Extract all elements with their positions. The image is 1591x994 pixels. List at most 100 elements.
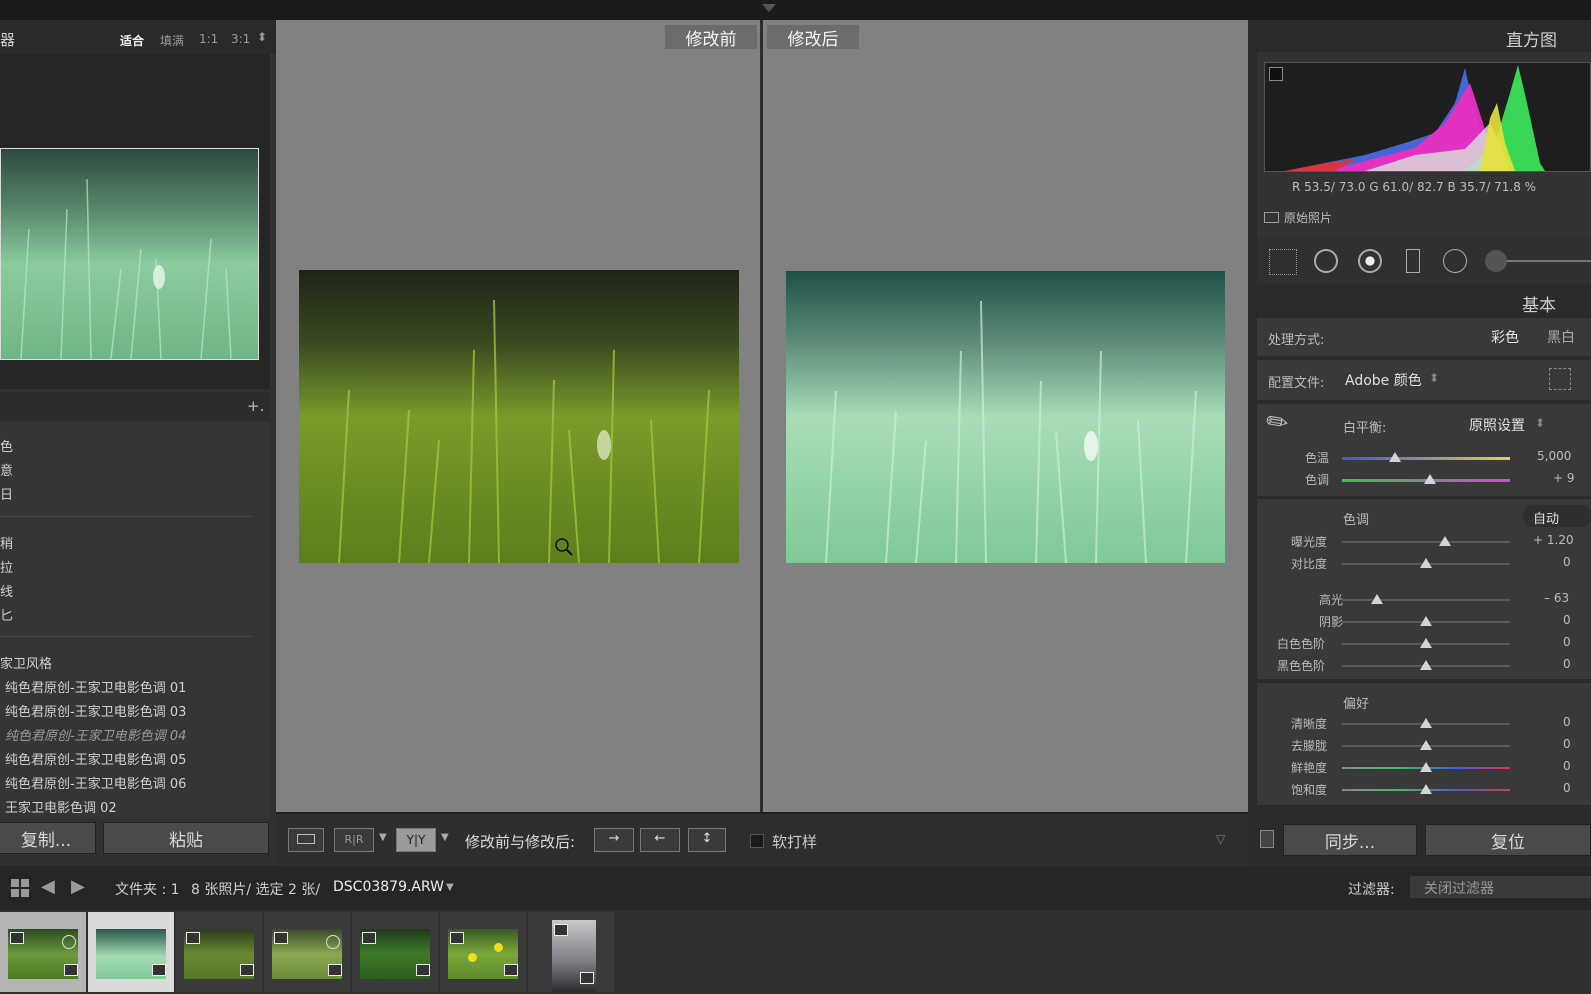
filmstrip-thumb[interactable] bbox=[88, 912, 174, 992]
collapse-arrow-icon[interactable] bbox=[762, 4, 776, 12]
preset-folder[interactable]: 家卫风格 bbox=[0, 653, 52, 672]
paste-button[interactable]: 粘贴 bbox=[103, 822, 269, 854]
vibrance-value[interactable]: 0 bbox=[1563, 759, 1571, 773]
clarity-slider-knob[interactable] bbox=[1420, 718, 1432, 728]
navigator-preview[interactable] bbox=[0, 148, 259, 360]
exposure-slider[interactable] bbox=[1342, 541, 1510, 543]
profile-browser-icon[interactable] bbox=[1549, 368, 1571, 390]
back-arrow-icon[interactable]: ◀ bbox=[41, 876, 55, 897]
shadow-clipping-icon[interactable] bbox=[1269, 67, 1283, 81]
swap-button[interactable]: ↕ bbox=[688, 828, 726, 852]
graduated-filter-icon[interactable] bbox=[1406, 249, 1420, 273]
grid-view-icon[interactable] bbox=[11, 879, 29, 897]
histogram[interactable] bbox=[1264, 62, 1591, 172]
exposure-value[interactable]: + 1.20 bbox=[1533, 533, 1574, 547]
dropdown-arrow-icon[interactable]: ▼ bbox=[379, 832, 387, 843]
zoom-dropdown-icon[interactable]: ⬍ bbox=[257, 30, 267, 44]
profile-select[interactable]: Adobe 颜色 bbox=[1345, 370, 1422, 390]
loupe-view-button[interactable] bbox=[288, 828, 324, 852]
profile-dropdown-icon[interactable]: ⬍ bbox=[1429, 371, 1439, 385]
eyedropper-icon[interactable]: ✎ bbox=[1260, 404, 1295, 441]
soft-proof-checkbox[interactable] bbox=[750, 834, 764, 848]
filename-dropdown-icon[interactable]: ▼ bbox=[446, 882, 454, 893]
highlights-value[interactable]: – 63 bbox=[1544, 591, 1569, 605]
red-eye-icon[interactable] bbox=[1358, 249, 1382, 273]
tint-slider-knob[interactable] bbox=[1424, 474, 1436, 484]
preset-item[interactable]: 王家卫电影色调 02 bbox=[5, 797, 117, 816]
current-filename[interactable]: DSC03879.ARW bbox=[333, 879, 444, 895]
preset-item[interactable]: 意 bbox=[0, 460, 13, 479]
blacks-slider-knob[interactable] bbox=[1420, 660, 1432, 670]
vibrance-slider-knob[interactable] bbox=[1420, 762, 1432, 772]
preset-item[interactable]: 线 bbox=[0, 581, 13, 600]
preset-item[interactable]: 纯色君原创-王家卫电影色调 04 bbox=[5, 725, 186, 744]
add-preset-button[interactable]: +. bbox=[247, 397, 264, 415]
whites-value[interactable]: 0 bbox=[1563, 635, 1571, 649]
saturation-value[interactable]: 0 bbox=[1563, 781, 1571, 795]
copy-button[interactable]: 复制... bbox=[0, 822, 96, 854]
zoom-fill[interactable]: 填满 bbox=[160, 32, 184, 49]
zoom-fit[interactable]: 适合 bbox=[120, 32, 144, 49]
preset-item[interactable]: 纯色君原创-王家卫电影色调 03 bbox=[5, 701, 186, 720]
before-photo[interactable] bbox=[299, 270, 739, 563]
blacks-value[interactable]: 0 bbox=[1563, 657, 1571, 671]
contrast-value[interactable]: 0 bbox=[1563, 555, 1571, 569]
shadows-slider-knob[interactable] bbox=[1420, 616, 1432, 626]
shadows-value[interactable]: 0 bbox=[1563, 613, 1571, 627]
filmstrip-thumb[interactable] bbox=[264, 912, 350, 992]
before-after-lr-button[interactable]: R|R bbox=[334, 828, 374, 852]
auto-tone-button[interactable]: 自动 bbox=[1523, 505, 1591, 527]
copy-after-to-before-button[interactable]: ← bbox=[640, 828, 680, 852]
filmstrip-thumb[interactable] bbox=[176, 912, 262, 992]
copy-before-to-after-button[interactable]: → bbox=[594, 828, 634, 852]
preset-item[interactable]: 拉 bbox=[0, 557, 13, 576]
exposure-slider-knob[interactable] bbox=[1439, 536, 1451, 546]
filter-select[interactable]: 关闭过滤器 bbox=[1410, 876, 1591, 898]
forward-arrow-icon[interactable]: ▶ bbox=[71, 876, 85, 897]
sync-toggle-icon[interactable] bbox=[1260, 830, 1274, 848]
filmstrip-thumb[interactable] bbox=[0, 912, 86, 992]
dropdown-arrow-icon[interactable]: ▼ bbox=[441, 832, 449, 843]
temp-value[interactable]: 5,000 bbox=[1537, 449, 1571, 463]
highlights-slider[interactable] bbox=[1342, 599, 1510, 601]
wb-dropdown-icon[interactable]: ⬍ bbox=[1535, 416, 1545, 430]
after-photo[interactable] bbox=[786, 271, 1225, 563]
treatment-bw-option[interactable]: 黑白 bbox=[1547, 327, 1575, 347]
tint-value[interactable]: + 9 bbox=[1553, 471, 1575, 485]
preset-item[interactable]: 匕 bbox=[0, 605, 13, 624]
top-panel-toggle-bar[interactable] bbox=[0, 0, 1591, 20]
zoom-3-1[interactable]: 3:1 bbox=[231, 32, 250, 46]
preset-item[interactable]: 纯色君原创-王家卫电影色调 06 bbox=[5, 773, 186, 792]
filmstrip-thumb[interactable] bbox=[440, 912, 526, 992]
brush-slider[interactable] bbox=[1507, 260, 1591, 262]
preset-item[interactable]: 色 bbox=[0, 436, 13, 455]
preset-item[interactable]: 纯色君原创-王家卫电影色调 05 bbox=[5, 749, 186, 768]
brush-icon[interactable] bbox=[1485, 250, 1507, 272]
dehaze-slider-knob[interactable] bbox=[1420, 740, 1432, 750]
before-after-yy-button[interactable]: Y|Y bbox=[396, 828, 436, 852]
temp-slider[interactable] bbox=[1342, 457, 1510, 460]
highlights-slider-knob[interactable] bbox=[1371, 594, 1383, 604]
sync-button[interactable]: 同步... bbox=[1283, 824, 1417, 856]
folder-info[interactable]: 文件夹 : 1 bbox=[115, 879, 180, 899]
filmstrip-thumb[interactable] bbox=[528, 912, 614, 992]
wb-select[interactable]: 原照设置 bbox=[1469, 415, 1525, 435]
dehaze-value[interactable]: 0 bbox=[1563, 737, 1571, 751]
preset-item[interactable]: 日 bbox=[0, 484, 13, 503]
crop-tool-icon[interactable] bbox=[1269, 249, 1297, 275]
zoom-1-1[interactable]: 1:1 bbox=[199, 32, 218, 46]
spot-removal-icon[interactable] bbox=[1314, 249, 1338, 273]
reset-button[interactable]: 复位 bbox=[1425, 824, 1591, 856]
filmstrip-thumb[interactable] bbox=[352, 912, 438, 992]
whites-slider-knob[interactable] bbox=[1420, 638, 1432, 648]
preset-item[interactable]: 纯色君原创-王家卫电影色调 01 bbox=[5, 677, 186, 696]
saturation-slider-knob[interactable] bbox=[1420, 784, 1432, 794]
preset-item[interactable]: 稍 bbox=[0, 533, 13, 552]
contrast-slider-knob[interactable] bbox=[1420, 558, 1432, 568]
original-photo-checkbox[interactable] bbox=[1264, 212, 1279, 223]
toolbar-menu-icon[interactable]: ▽ bbox=[1216, 832, 1225, 846]
temp-slider-knob[interactable] bbox=[1389, 452, 1401, 462]
clarity-value[interactable]: 0 bbox=[1563, 715, 1571, 729]
radial-filter-icon[interactable] bbox=[1443, 249, 1467, 273]
treatment-color-option[interactable]: 彩色 bbox=[1491, 327, 1519, 347]
